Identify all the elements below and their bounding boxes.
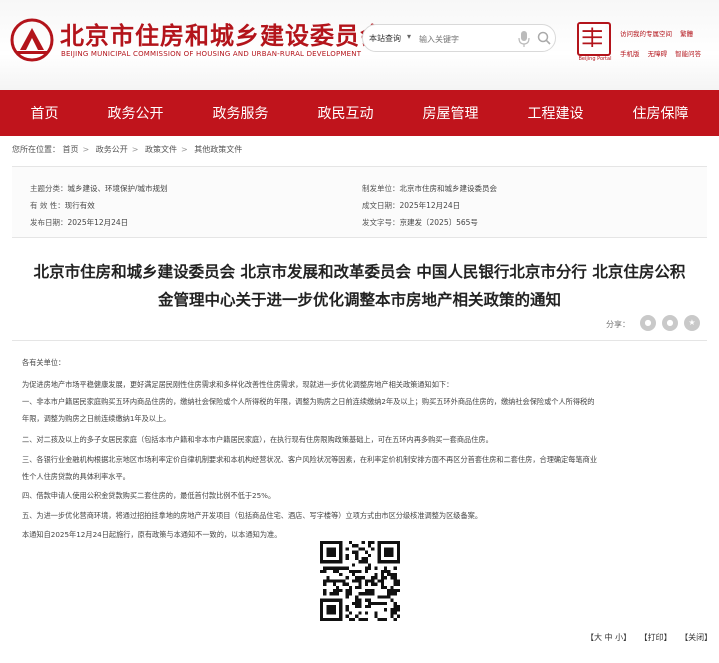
meta-doc-number: 发文字号：京建发〔2025〕565号	[362, 218, 478, 227]
site-subtitle: BEIJING MUNICIPAL COMMISSION OF HOUSING …	[61, 50, 362, 58]
meta-validity: 有 效 性：现行有效	[30, 201, 95, 210]
weibo-share-icon[interactable]: ●	[662, 315, 678, 331]
nav-housing-mgmt[interactable]: 房屋管理	[423, 103, 479, 123]
site-title[interactable]: 北京市住房和城乡建设委员会	[60, 16, 385, 51]
commission-logo-icon[interactable]	[10, 18, 54, 62]
document-title: 北京市住房和城乡建设委员会 北京市发展和改革委员会 中国人民银行北京市分行 北京…	[33, 263, 686, 309]
nav-home[interactable]: 首页	[31, 103, 59, 123]
nav-interaction[interactable]: 政民互动	[318, 103, 374, 123]
meta-publish-date: 发布日期：2025年12月24日	[30, 218, 129, 227]
body-line: 二、对二孩及以上的多子女居民家庭（包括本市户籍和非本市户籍居民家庭），在执行现有…	[22, 435, 493, 444]
nav-gov-services[interactable]: 政务服务	[213, 103, 269, 123]
body-line: 各有关单位：	[22, 358, 66, 367]
favorite-share-icon[interactable]: ★	[684, 315, 700, 331]
breadcrumb-other-policy[interactable]: 其他政策文件	[194, 145, 242, 154]
top-links: 访问我的专属空间 繁體 手机版 无障碍 智能问答	[620, 24, 707, 64]
seal-caption: Beijing Portal	[578, 56, 612, 62]
document-meta: 主题分类：城乡建设、环境保护/城市规划 有 效 性：现行有效 发布日期：2025…	[12, 166, 707, 238]
breadcrumb: 您所在位置： 首页 > 政务公开 > 政策文件 > 其他政策文件	[12, 145, 243, 154]
main-nav: 首页 政务公开 政务服务 政民互动 房屋管理 工程建设 住房保障	[0, 90, 719, 136]
breadcrumb-gov-affairs[interactable]: 政务公开	[96, 145, 128, 154]
site-header: 北京市住房和城乡建设委员会 BEIJING MUNICIPAL COMMISSI…	[0, 0, 719, 90]
meta-topic: 主题分类：城乡建设、环境保护/城市规划	[30, 184, 168, 193]
mobile-link[interactable]: 手机版	[620, 50, 640, 58]
font-size-control[interactable]: 【大 中 小】	[586, 633, 631, 642]
divider	[12, 340, 707, 341]
breadcrumb-policy[interactable]: 政策文件	[145, 145, 177, 154]
qr-code-icon	[320, 541, 400, 621]
traditional-chinese-link[interactable]: 繁體	[680, 30, 693, 38]
search-icon[interactable]	[537, 31, 551, 45]
personal-space-link[interactable]: 访问我的专属空间	[620, 30, 672, 38]
breadcrumb-prefix: 您所在位置：	[12, 145, 60, 154]
search-box: 本站查询 ▾	[362, 24, 556, 52]
body-line: 三、各银行业金融机构根据北京地区市场利率定价自律机制要求和本机构经营状况、客户风…	[22, 455, 598, 464]
nav-gov-affairs[interactable]: 政务公开	[108, 103, 164, 123]
search-scope-select[interactable]: 本站查询	[369, 33, 401, 44]
smart-qa-link[interactable]: 智能问答	[675, 50, 701, 58]
breadcrumb-home[interactable]: 首页	[63, 145, 79, 154]
share-label: 分享：	[606, 320, 630, 329]
body-line: 为促进房地产市场平稳健康发展，更好满足居民刚性住房需求和多样化改善性住房需求，现…	[22, 380, 454, 389]
search-input[interactable]	[419, 30, 511, 48]
body-line: 性个人住房贷款的具体利率水平。	[22, 472, 130, 481]
print-button[interactable]: 【打印】	[640, 633, 672, 642]
chevron-down-icon[interactable]: ▾	[407, 32, 411, 41]
body-line: 五、为进一步优化营商环境，将通过招拍挂拿地的房地产开发项目（包括商品住宅、酒店、…	[22, 511, 483, 520]
meta-issuer: 制发单位：北京市住房和城乡建设委员会	[362, 184, 497, 193]
nav-construction[interactable]: 工程建设	[528, 103, 584, 123]
accessibility-link[interactable]: 无障碍	[648, 50, 668, 58]
body-line: 四、借款申请人使用公积金贷款购买二套住房的，最低首付款比例不低于25%。	[22, 491, 276, 500]
wechat-share-icon[interactable]: ●	[640, 315, 656, 331]
microphone-icon[interactable]	[517, 30, 531, 48]
footer-links: 【大 中 小】 【打印】 【关闭】	[580, 632, 712, 643]
close-button[interactable]: 【关闭】	[680, 633, 712, 642]
beijing-seal-icon[interactable]	[577, 22, 611, 56]
body-line: 一、非本市户籍居民家庭购买五环内商品住房的，缴纳社会保险或个人所得税的年限，调整…	[22, 397, 595, 406]
body-line: 本通知自2025年12月24日起施行，原有政策与本通知不一致的，以本通知为准。	[22, 530, 282, 539]
meta-written-date: 成文日期：2025年12月24日	[362, 201, 461, 210]
nav-housing-security[interactable]: 住房保障	[633, 103, 689, 123]
body-line: 年限，调整为购房之日前连续缴纳1年及以上。	[22, 414, 171, 423]
